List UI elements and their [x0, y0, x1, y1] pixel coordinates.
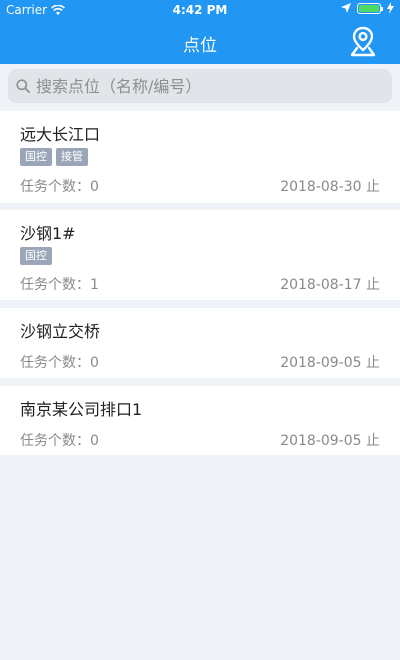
point-tags: 国控 接管	[20, 148, 88, 166]
search-input[interactable]	[30, 76, 392, 96]
task-count: 任务个数：0	[20, 355, 99, 371]
task-count: 任务个数：0	[20, 433, 99, 449]
task-count: 任务个数：1	[20, 277, 99, 293]
point-card[interactable]: 远大长江口 国控 接管 任务个数：0 2018-08-30 止	[0, 111, 400, 203]
status-bar: Carrier 4:42 PM	[0, 0, 400, 20]
search-box[interactable]	[8, 69, 392, 103]
status-right	[341, 2, 394, 14]
point-name: 沙钢立交桥	[20, 322, 101, 341]
tag-badge: 国控	[20, 148, 52, 166]
map-pin-icon	[348, 26, 378, 58]
search-bar	[0, 64, 400, 110]
tag-badge: 接管	[56, 148, 88, 166]
deadline-date: 2018-09-05 止	[280, 355, 380, 371]
point-name: 沙钢1#	[20, 224, 76, 243]
tag-badge: 国控	[20, 247, 52, 265]
status-time: 4:42 PM	[172, 3, 228, 17]
page-title: 点位	[183, 36, 217, 56]
deadline-date: 2018-09-05 止	[280, 433, 380, 449]
battery-icon	[357, 2, 383, 14]
map-button[interactable]	[348, 26, 378, 58]
point-tags: 国控	[20, 247, 52, 265]
nav-bar: 点位	[0, 20, 400, 64]
location-arrow-icon	[341, 3, 351, 13]
charging-icon	[387, 2, 394, 14]
search-icon	[16, 79, 30, 93]
point-card[interactable]: 南京某公司排口1 任务个数：0 2018-09-05 止	[0, 386, 400, 455]
point-name: 远大长江口	[20, 125, 101, 144]
deadline-date: 2018-08-30 止	[280, 179, 380, 195]
point-card[interactable]: 沙钢1# 国控 任务个数：1 2018-08-17 止	[0, 210, 400, 300]
point-name: 南京某公司排口1	[20, 400, 143, 419]
point-card[interactable]: 沙钢立交桥 任务个数：0 2018-09-05 止	[0, 308, 400, 378]
task-count: 任务个数：0	[20, 179, 99, 195]
deadline-date: 2018-08-17 止	[280, 277, 380, 293]
